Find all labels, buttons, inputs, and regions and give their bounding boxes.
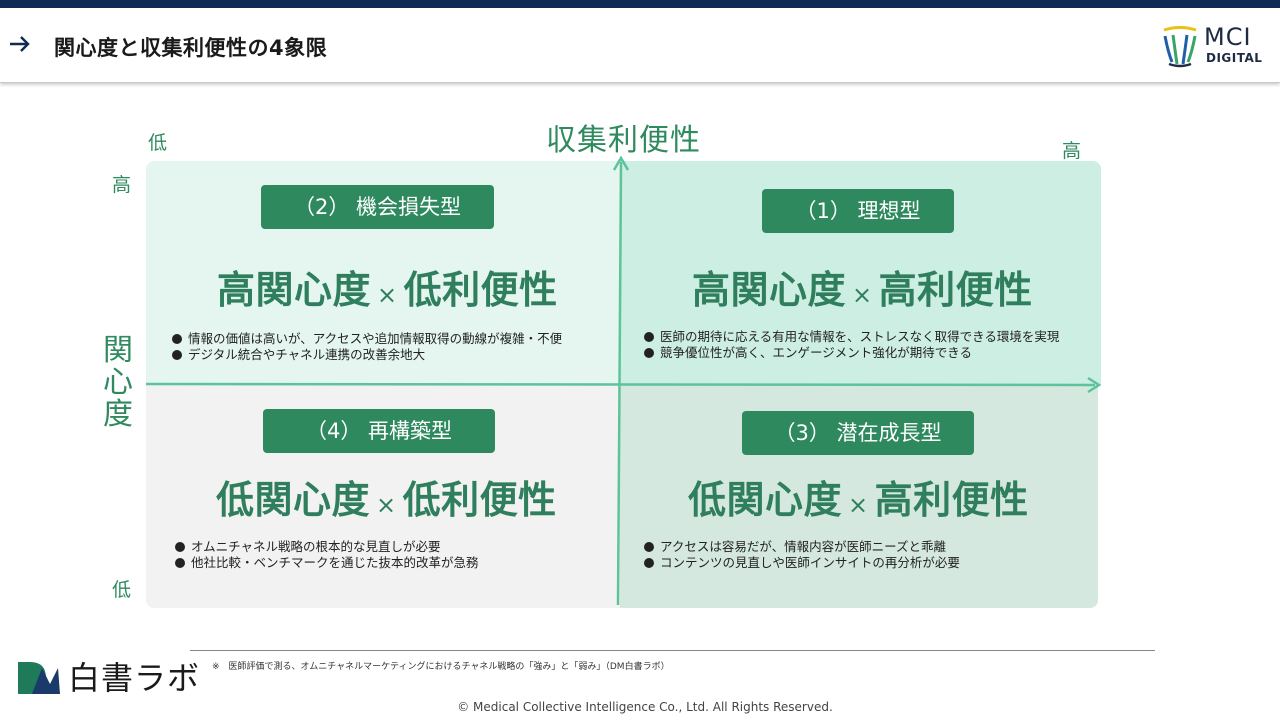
arrow-right-icon: [10, 36, 30, 52]
mci-logo-mark-icon: [1163, 26, 1197, 68]
hakusho-lab-logo: 白書ラボ: [16, 658, 206, 698]
top-accent-bar: [0, 0, 1280, 8]
y-axis-high-label: 高: [112, 174, 132, 196]
x-axis-low-label: 低: [148, 132, 168, 154]
horizontal-axis-line: [145, 382, 1096, 387]
y-axis-low-label: 低: [112, 579, 132, 601]
page-title: 関心度と収集利便性の4象限: [54, 36, 328, 60]
x-axis-high-label: 高: [1062, 140, 1082, 162]
y-axis-title: 関 心 度: [103, 333, 133, 432]
mci-digital-logo: MCI DIGITAL: [1160, 22, 1270, 70]
copyright-text: © Medical Collective Intelligence Co., L…: [457, 700, 833, 714]
footer-brand-text: 白書ラボ: [68, 659, 201, 697]
slide-header: 関心度と収集利便性の4象限 MCI DIGITAL: [0, 8, 1280, 83]
quadrant-axes: [145, 155, 1102, 606]
footnote: ※ 医師評価で測る、オムニチャネルマーケティングにおけるチャネル戦略の「強み」と…: [212, 662, 670, 672]
dm-logo-mark-icon: [18, 662, 60, 694]
logo-text-digital: DIGITAL: [1206, 51, 1263, 65]
x-axis-title: 収集利便性: [546, 123, 701, 158]
footer-divider: [190, 650, 1155, 651]
logo-text-mci: MCI: [1204, 23, 1252, 51]
